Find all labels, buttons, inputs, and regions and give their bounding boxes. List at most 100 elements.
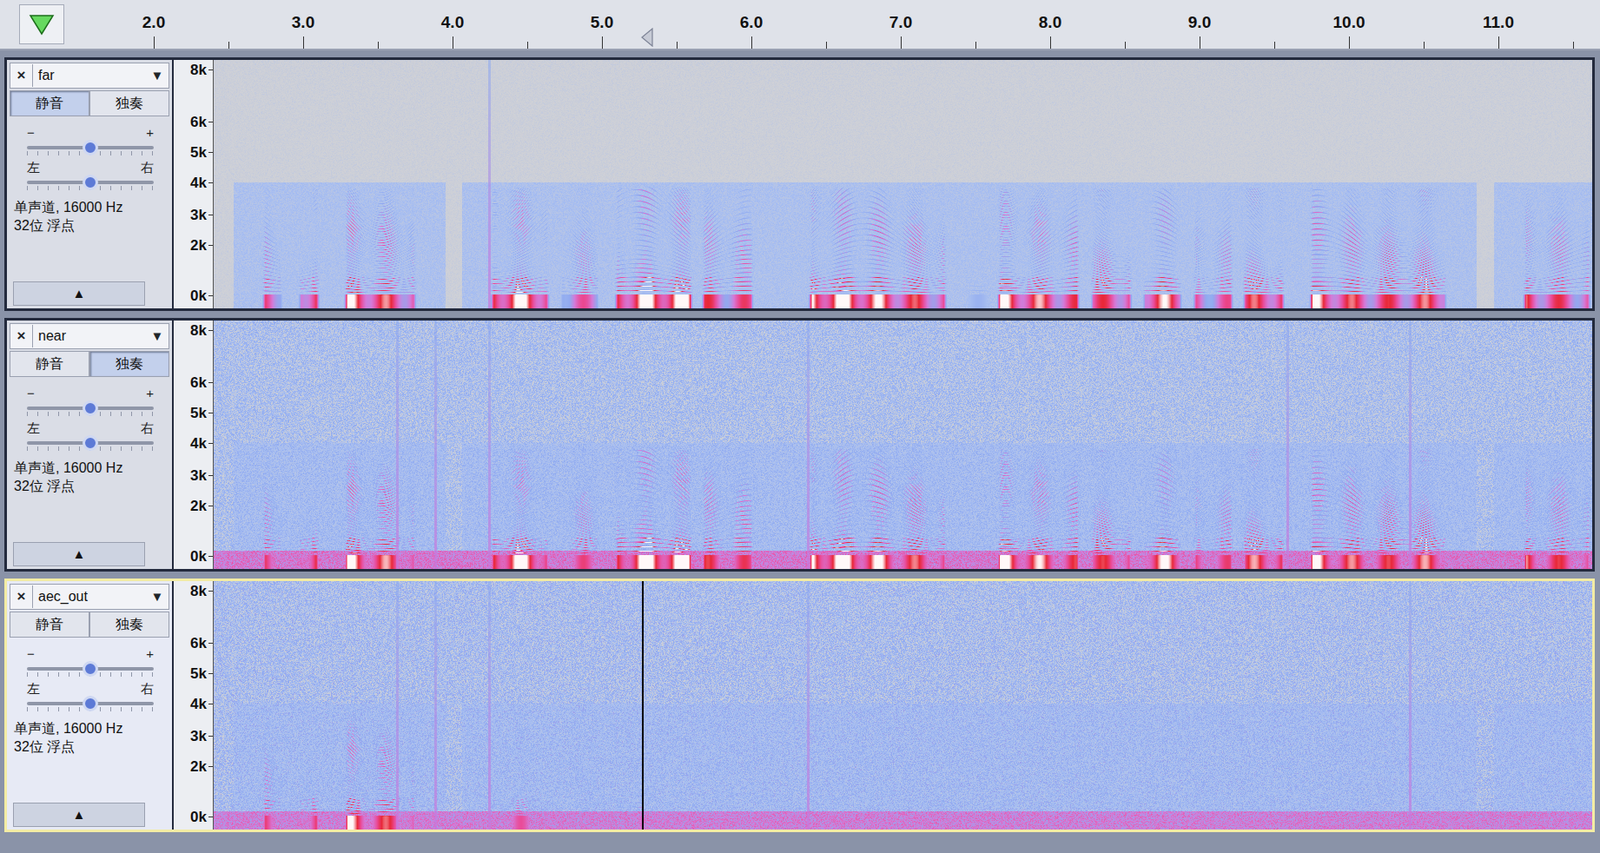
speech-segment — [994, 320, 1082, 569]
ruler-minor-tick — [377, 41, 379, 49]
solo-button[interactable]: 独奏 — [89, 350, 170, 377]
speech-segment — [295, 59, 322, 309]
timeline-ruler[interactable]: 2.03.04.05.06.07.08.09.010.011.0 — [0, 0, 1600, 51]
pan-knob[interactable] — [82, 174, 99, 191]
close-track-button[interactable]: × — [10, 64, 34, 87]
scale-tick — [208, 214, 213, 216]
speech-segment — [1139, 320, 1185, 569]
gain-knob[interactable] — [82, 400, 99, 417]
pan-slider[interactable] — [26, 701, 154, 706]
speech-segment-canvas — [1087, 581, 1134, 830]
close-track-button[interactable]: × — [10, 324, 34, 348]
speech-segment — [612, 320, 695, 569]
speech-segment-canvas — [806, 581, 949, 830]
speech-segment-canvas — [259, 59, 285, 309]
mute-button[interactable]: 静音 — [9, 611, 90, 638]
audio-track[interactable]: ×aec_out▼静音独奏−+左右单声道, 16000 Hz32位 浮点▲8k6… — [4, 578, 1595, 833]
ruler-minor-tick — [1274, 41, 1276, 49]
scale-tick — [208, 475, 213, 477]
speech-segment — [259, 581, 285, 830]
speech-segment-canvas — [1239, 59, 1287, 309]
speech-segment-canvas — [699, 320, 756, 569]
speech-segment-canvas — [259, 320, 285, 569]
track-name[interactable]: near — [33, 325, 146, 347]
pan-left-label: 左 — [26, 159, 40, 176]
pan-right-label: 右 — [140, 420, 154, 437]
speech-segment — [1190, 59, 1236, 309]
gain-slider[interactable] — [26, 145, 154, 150]
scale-label: 6k — [190, 374, 207, 390]
ruler-tick — [1199, 36, 1201, 49]
ruler-tick — [601, 36, 603, 49]
speech-segment-canvas — [1190, 320, 1236, 569]
pan-knob[interactable] — [82, 695, 99, 712]
speech-segment — [958, 320, 995, 569]
track-menu-button[interactable]: ▼ — [145, 326, 169, 347]
collapse-button[interactable]: ▲ — [13, 281, 146, 306]
gain-slider[interactable] — [26, 667, 154, 671]
spectrogram[interactable] — [213, 320, 1593, 569]
speech-segment-canvas — [259, 581, 285, 830]
track-name[interactable]: far — [33, 65, 146, 86]
scale-tick — [208, 330, 213, 331]
track-menu-button[interactable]: ▼ — [145, 587, 169, 608]
scale-label: 0k — [190, 808, 207, 824]
mute-label: 静音 — [35, 353, 64, 375]
frequency-scale: 8k6k5k4k3k2k0k — [173, 320, 214, 569]
frequency-scale: 8k6k5k4k3k2k0k — [173, 581, 214, 830]
gain-knob[interactable] — [82, 139, 99, 156]
mute-button[interactable]: 静音 — [9, 90, 90, 117]
speech-segment-canvas — [1139, 59, 1185, 309]
scale-tick — [208, 382, 213, 384]
solo-label: 独奏 — [115, 614, 144, 635]
scale-tick — [208, 766, 213, 767]
audio-track[interactable]: ×far▼静音独奏−+左右单声道, 16000 Hz32位 浮点▲8k6k5k4… — [4, 57, 1595, 311]
scale-tick — [208, 442, 213, 444]
collapse-button[interactable]: ▲ — [13, 542, 146, 567]
scale-label: 0k — [190, 548, 207, 563]
audio-track[interactable]: ×near▼静音独奏−+左右单声道, 16000 Hz32位 浮点▲8k6k5k… — [4, 317, 1595, 572]
pan-right-label: 右 — [140, 159, 154, 176]
speech-segment-canvas — [556, 581, 602, 830]
pan-slider[interactable] — [26, 180, 154, 185]
solo-button[interactable]: 独奏 — [89, 611, 170, 638]
scale-label: 3k — [190, 727, 207, 743]
scale-tick — [208, 735, 213, 737]
pan-labels: 左右 — [9, 420, 170, 437]
scale-label: 5k — [190, 144, 207, 159]
pan-labels: 左右 — [9, 680, 170, 697]
scale-tick — [208, 182, 213, 184]
play-head-button[interactable] — [19, 4, 65, 45]
ruler-minor-tick — [826, 41, 827, 49]
speech-segment — [488, 59, 552, 309]
track-info-line: 32位 浮点 — [13, 216, 170, 235]
scale-tick — [208, 816, 213, 818]
spectrogram[interactable] — [213, 59, 1593, 309]
click-transient — [434, 581, 437, 830]
close-track-button[interactable]: × — [10, 585, 34, 609]
collapse-button[interactable]: ▲ — [13, 802, 146, 827]
click-transient — [396, 581, 399, 830]
scale-tick — [208, 703, 213, 705]
mute-button[interactable]: 静音 — [9, 350, 90, 377]
gain-knob[interactable] — [82, 661, 99, 677]
pan-knob[interactable] — [82, 435, 99, 451]
speech-segment — [1239, 59, 1287, 309]
scale-tick — [208, 295, 213, 297]
track-info: 单声道, 16000 Hz32位 浮点 — [9, 198, 170, 235]
scale-tick — [208, 555, 213, 557]
track-name[interactable]: aec_out — [33, 586, 146, 608]
pan-right-label: 右 — [140, 680, 154, 697]
speech-segment — [1087, 320, 1134, 569]
speech-segment — [556, 59, 602, 309]
track-info-line: 单声道, 16000 Hz — [13, 458, 170, 477]
solo-button[interactable]: 独奏 — [89, 90, 170, 117]
track-menu-button[interactable]: ▼ — [145, 66, 169, 86]
spectrogram[interactable] — [213, 581, 1593, 830]
ruler-label: 7.0 — [889, 10, 913, 36]
pan-slider[interactable] — [26, 441, 154, 445]
speech-segment — [295, 581, 322, 830]
speech-segment — [994, 581, 1082, 830]
gain-block: −+ — [9, 385, 170, 416]
gain-slider[interactable] — [26, 406, 154, 410]
